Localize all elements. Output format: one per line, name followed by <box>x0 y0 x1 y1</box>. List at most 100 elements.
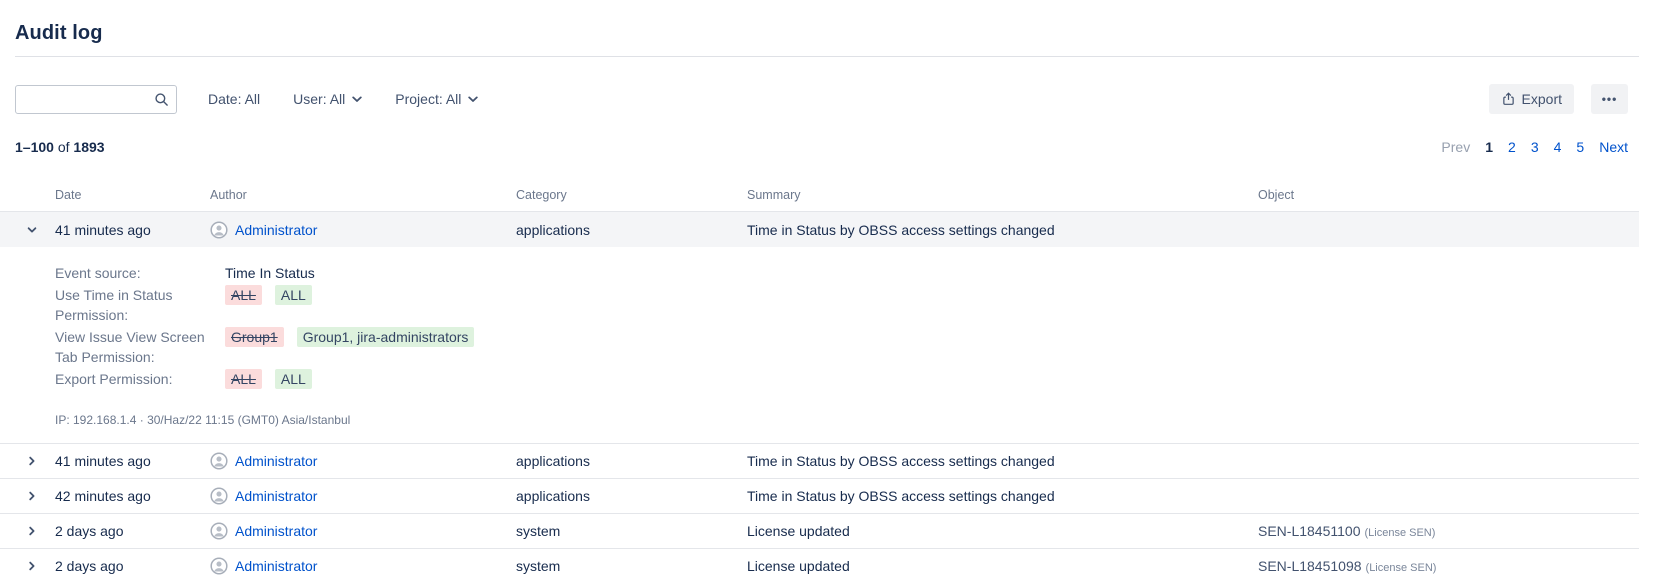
author-link[interactable]: Administrator <box>235 558 317 574</box>
search-box <box>15 85 177 114</box>
detail-label: Event source: <box>55 263 225 283</box>
detail-field-use-permission: Use Time in Status Permission: ALL ALL <box>55 285 1639 325</box>
column-header-summary: Summary <box>747 188 1258 202</box>
table-row[interactable]: 41 minutes ago Administrator application… <box>0 443 1639 478</box>
expanded-details-panel: Event source: Time In Status Use Time in… <box>0 247 1639 443</box>
object-note: (License SEN) <box>1366 562 1437 574</box>
detail-field-event-source: Event source: Time In Status <box>55 263 1639 283</box>
column-header-author: Author <box>210 188 516 202</box>
column-header-category: Category <box>516 188 747 202</box>
detail-value-text: Time In Status <box>225 263 315 283</box>
chevron-right-icon <box>26 455 38 470</box>
chevron-down-icon <box>26 224 38 239</box>
expand-row-button[interactable] <box>24 453 40 469</box>
pagination-page-3[interactable]: 3 <box>1531 139 1539 155</box>
expand-row-button[interactable] <box>24 523 40 539</box>
cell-summary: Time in Status by OBSS access settings c… <box>747 488 1258 504</box>
filter-user[interactable]: User: All <box>293 91 362 107</box>
column-header-date: Date <box>55 188 210 202</box>
pagination-next[interactable]: Next <box>1599 139 1628 155</box>
chevron-down-icon <box>468 96 478 103</box>
cell-summary: Time in Status by OBSS access settings c… <box>747 453 1258 469</box>
table-row-expanded[interactable]: 41 minutes ago Administrator application… <box>0 211 1639 247</box>
old-value-badge: ALL <box>225 369 262 389</box>
filter-date-label: Date: All <box>208 91 260 107</box>
old-value-badge: Group1 <box>225 327 284 347</box>
cell-date: 42 minutes ago <box>55 488 210 504</box>
avatar <box>210 557 228 575</box>
cell-date: 41 minutes ago <box>55 453 210 469</box>
expand-row-button[interactable] <box>24 558 40 574</box>
detail-field-export-permission: Export Permission: ALL ALL <box>55 369 1639 389</box>
cell-category: applications <box>516 453 747 469</box>
new-value-badge: ALL <box>275 285 312 305</box>
export-button-label: Export <box>1522 91 1562 107</box>
toolbar: Date: All User: All Project: All Export … <box>15 84 1628 114</box>
header-divider <box>15 56 1639 57</box>
table-row[interactable]: 42 minutes ago Administrator application… <box>0 478 1639 513</box>
cell-date: 2 days ago <box>55 523 210 539</box>
cell-object: SEN-L18451100(License SEN) <box>1258 523 1639 539</box>
cell-date: 41 minutes ago <box>55 222 210 238</box>
export-button[interactable]: Export <box>1489 84 1574 114</box>
detail-label: Export Permission: <box>55 369 225 389</box>
detail-label: View Issue View Screen Tab Permission: <box>55 327 225 367</box>
cell-category: applications <box>516 222 747 238</box>
object-id: SEN-L18451098 <box>1258 558 1362 574</box>
author-link[interactable]: Administrator <box>235 488 317 504</box>
chevron-down-icon <box>352 96 362 103</box>
results-range: 1–100 <box>15 139 54 155</box>
search-input[interactable] <box>15 85 177 114</box>
avatar <box>210 522 228 540</box>
cell-object: SEN-L18451098 (License SEN) <box>1258 558 1639 574</box>
table-row[interactable]: 2 days ago Administrator system License … <box>0 513 1639 548</box>
pagination-prev[interactable]: Prev <box>1441 139 1470 155</box>
avatar <box>210 452 228 470</box>
page-title: Audit log <box>15 22 1639 45</box>
author-link[interactable]: Administrator <box>235 523 317 539</box>
avatar <box>210 221 228 239</box>
ip-info-line: IP: 192.168.1.4 · 30/Haz/22 11:15 (GMT0)… <box>55 413 1639 443</box>
pagination-page-5[interactable]: 5 <box>1576 139 1584 155</box>
cell-category: system <box>516 523 747 539</box>
search-icon[interactable] <box>154 92 169 107</box>
collapse-row-button[interactable] <box>24 222 40 238</box>
results-bar: 1–100 of 1893 Prev 1 2 3 4 5 Next <box>15 139 1628 155</box>
avatar <box>210 487 228 505</box>
chevron-right-icon <box>26 490 38 505</box>
more-actions-button[interactable]: ••• <box>1591 84 1628 114</box>
audit-log-table: Date Author Category Summary Object 41 m… <box>0 179 1639 582</box>
author-link[interactable]: Administrator <box>235 222 317 238</box>
column-header-object: Object <box>1258 188 1639 202</box>
author-link[interactable]: Administrator <box>235 453 317 469</box>
ellipsis-icon: ••• <box>1602 92 1618 106</box>
pagination-page-1[interactable]: 1 <box>1485 139 1493 155</box>
export-icon <box>1501 91 1516 107</box>
new-value-badge: Group1, jira-administrators <box>297 327 475 347</box>
cell-summary: License updated <box>747 523 1258 539</box>
expand-row-button[interactable] <box>24 488 40 504</box>
pagination: Prev 1 2 3 4 5 Next <box>1441 139 1628 155</box>
chevron-right-icon <box>26 525 38 540</box>
cell-summary: License updated <box>747 558 1258 574</box>
object-note: (License SEN) <box>1364 527 1435 539</box>
detail-field-view-permission: View Issue View Screen Tab Permission: G… <box>55 327 1639 367</box>
filter-project[interactable]: Project: All <box>395 91 478 107</box>
table-header-row: Date Author Category Summary Object <box>0 179 1639 211</box>
filter-project-label: Project: All <box>395 91 461 107</box>
results-of: of <box>58 139 70 155</box>
filter-date[interactable]: Date: All <box>208 91 260 107</box>
pagination-page-4[interactable]: 4 <box>1554 139 1562 155</box>
cell-date: 2 days ago <box>55 558 210 574</box>
filter-user-label: User: All <box>293 91 345 107</box>
results-total: 1893 <box>73 139 104 155</box>
pagination-page-2[interactable]: 2 <box>1508 139 1516 155</box>
old-value-badge: ALL <box>225 285 262 305</box>
cell-category: system <box>516 558 747 574</box>
filter-bar: Date: All User: All Project: All <box>208 91 478 107</box>
cell-category: applications <box>516 488 747 504</box>
results-count: 1–100 of 1893 <box>15 139 105 155</box>
page-header: Audit log <box>0 0 1654 45</box>
new-value-badge: ALL <box>275 369 312 389</box>
table-row[interactable]: 2 days ago Administrator system License … <box>0 548 1639 582</box>
